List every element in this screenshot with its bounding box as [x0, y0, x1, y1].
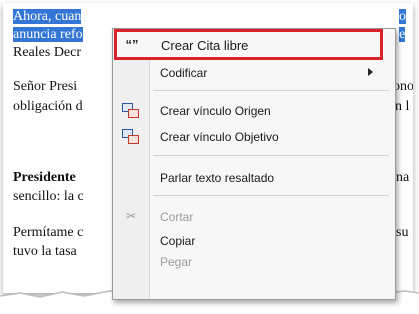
menu-item-crear-vinculo-objetivo[interactable]: Crear vínculo Objetivo	[113, 125, 395, 149]
doc-line-8-tail: su	[396, 225, 409, 240]
menu-item-parlar-texto[interactable]: Parlar texto resaltado	[113, 166, 395, 190]
selected-text[interactable]: Ahora, cuan	[13, 9, 82, 24]
menu-separator	[153, 90, 389, 91]
menu-item-label: Copiar	[160, 234, 196, 248]
doc-line-1-tail: o	[399, 9, 406, 24]
doc-line-9: tuvo la tasa	[13, 244, 77, 259]
doc-line-8: Permítame c	[13, 225, 84, 240]
doc-line-1[interactable]: Ahora, cuan	[13, 9, 82, 25]
doc-line-2-tail: e	[399, 27, 406, 42]
menu-item-codificar[interactable]: Codificar	[113, 61, 395, 85]
link-source-icon	[122, 103, 139, 118]
doc-line-7: sencillo: la c	[13, 189, 84, 204]
menu-item-label: Crear Cita libre	[161, 38, 249, 53]
menu-item-label: Pegar	[160, 255, 193, 269]
menu-item-pegar[interactable]: Pegar	[113, 250, 395, 274]
doc-line-6: Presidente	[13, 170, 76, 185]
scissors-icon: ✂	[125, 209, 137, 223]
selected-text-2[interactable]: anuncia refo	[13, 27, 83, 42]
menu-item-crear-vinculo-origen[interactable]: Crear vínculo Origen	[113, 99, 395, 123]
menu-item-label: Codificar	[160, 66, 208, 80]
submenu-arrow-icon	[368, 68, 373, 76]
doc-line-3: Reales Decr	[13, 45, 82, 60]
doc-line-5-tail: n l	[395, 99, 410, 114]
menu-item-label: Crear vínculo Objetivo	[160, 130, 279, 144]
doc-line-4: Señor Presi	[13, 79, 78, 94]
menu-item-cortar[interactable]: ✂ Cortar	[113, 205, 395, 229]
menu-item-label: Crear vínculo Origen	[160, 104, 271, 118]
menu-separator	[153, 155, 389, 156]
doc-line-6-tail: na	[396, 170, 410, 185]
menu-item-crear-cita-libre[interactable]: “” Crear Cita libre	[114, 29, 383, 60]
doc-line-2[interactable]: anuncia refo	[13, 27, 83, 43]
menu-item-label: Parlar texto resaltado	[160, 171, 275, 185]
doc-line-4-tail: ono	[393, 79, 413, 94]
quote-icon: “”	[125, 37, 139, 52]
doc-line-5: obligación d	[13, 99, 83, 114]
link-target-icon	[122, 129, 139, 144]
context-menu: “” Crear Cita libre Codificar Crear vínc…	[112, 28, 396, 300]
menu-separator	[153, 195, 389, 196]
menu-item-label: Cortar	[160, 210, 194, 224]
